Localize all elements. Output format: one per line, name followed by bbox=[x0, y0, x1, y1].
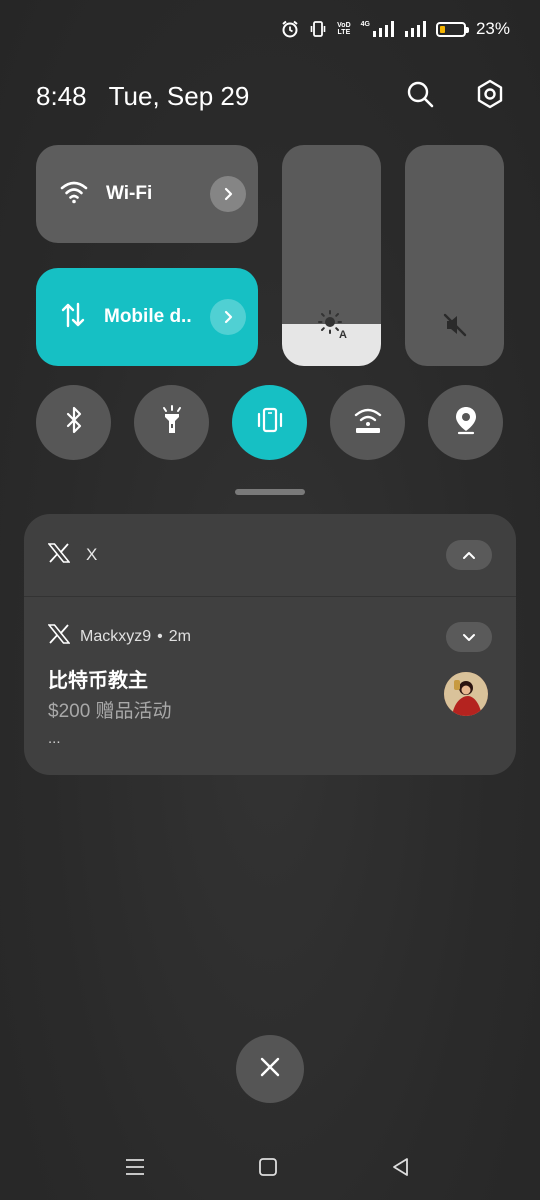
date-label: Tue, Sep 29 bbox=[108, 80, 250, 111]
brightness-auto-icon: A bbox=[317, 309, 347, 344]
close-notifications-button[interactable] bbox=[236, 1035, 304, 1103]
close-icon bbox=[259, 1056, 281, 1083]
hotspot-toggle[interactable] bbox=[330, 385, 405, 460]
wifi-tile[interactable]: Wi-Fi bbox=[36, 145, 258, 243]
notification-time: 2m bbox=[168, 627, 191, 645]
collapse-button[interactable] bbox=[446, 540, 492, 570]
volume-muted-icon bbox=[441, 311, 469, 344]
wifi-icon bbox=[60, 180, 88, 209]
volte-icon: VoD LTE bbox=[337, 22, 351, 36]
location-toggle[interactable] bbox=[428, 385, 503, 460]
mobile-data-tile[interactable]: Mobile d.. bbox=[36, 268, 258, 366]
back-icon bbox=[393, 1158, 408, 1176]
x-logo-icon bbox=[47, 542, 71, 568]
battery-fill bbox=[439, 25, 446, 33]
x-logo-icon bbox=[47, 624, 71, 649]
meta-separator: • bbox=[157, 627, 163, 645]
back-button[interactable] bbox=[384, 1150, 418, 1184]
volume-slider[interactable] bbox=[405, 145, 504, 366]
battery-percent: 23% bbox=[475, 19, 510, 38]
notification-title: 比特币教主 bbox=[48, 670, 148, 692]
vibrate-icon bbox=[255, 405, 285, 440]
hotspot-icon bbox=[352, 405, 384, 440]
home-button[interactable] bbox=[251, 1150, 285, 1184]
settings-icon[interactable] bbox=[476, 79, 504, 114]
expand-button[interactable] bbox=[446, 622, 492, 652]
notification-text: $200 赠品活动 bbox=[48, 701, 172, 722]
chevron-right-icon bbox=[224, 187, 233, 201]
navigation-bar bbox=[0, 1150, 540, 1184]
avatar bbox=[444, 672, 488, 716]
search-icon[interactable] bbox=[406, 80, 434, 113]
bluetooth-icon bbox=[63, 406, 85, 439]
bluetooth-toggle[interactable] bbox=[36, 385, 111, 460]
brightness-slider[interactable]: A bbox=[282, 145, 381, 366]
clock-time: 8:48 bbox=[36, 80, 87, 111]
notification-meta: Mackxyz9 • 2m bbox=[47, 624, 191, 649]
chevron-right-icon bbox=[224, 310, 233, 324]
battery-icon: 23% bbox=[435, 19, 510, 39]
notification-more: ... bbox=[48, 730, 61, 747]
signal-icon bbox=[404, 21, 426, 37]
vibrate-toggle[interactable] bbox=[232, 385, 307, 460]
alarm-icon bbox=[281, 20, 299, 38]
vibrate-icon bbox=[309, 20, 327, 38]
notification-card[interactable]: X Mackxyz9 • 2m 比特币教主 $200 赠品活动 ... bbox=[24, 514, 516, 775]
svg-text:A: A bbox=[339, 329, 347, 339]
location-icon bbox=[453, 405, 479, 440]
mobile-data-expand-button[interactable] bbox=[210, 299, 246, 335]
recent-apps-button[interactable] bbox=[118, 1150, 152, 1184]
flashlight-icon bbox=[160, 405, 184, 440]
chevron-up-icon bbox=[463, 552, 475, 559]
menu-icon bbox=[126, 1159, 144, 1175]
home-icon bbox=[259, 1158, 277, 1176]
status-bar: VoD LTE 4G 23% bbox=[281, 14, 510, 44]
notification-group-header[interactable]: X bbox=[24, 514, 516, 597]
panel-drag-handle[interactable] bbox=[235, 489, 305, 495]
wifi-label: Wi-Fi bbox=[106, 183, 153, 204]
wifi-expand-button[interactable] bbox=[210, 176, 246, 212]
flashlight-toggle[interactable] bbox=[134, 385, 209, 460]
notification-app-name: X bbox=[86, 545, 98, 564]
mobile-data-icon bbox=[60, 302, 86, 333]
chevron-down-icon bbox=[463, 634, 475, 641]
notification-sender: Mackxyz9 bbox=[80, 627, 152, 645]
quick-settings-header: 8:48 Tue, Sep 29 bbox=[36, 78, 504, 114]
mobile-data-label: Mobile d.. bbox=[104, 306, 192, 327]
signal-4g-icon: 4G bbox=[361, 21, 394, 37]
